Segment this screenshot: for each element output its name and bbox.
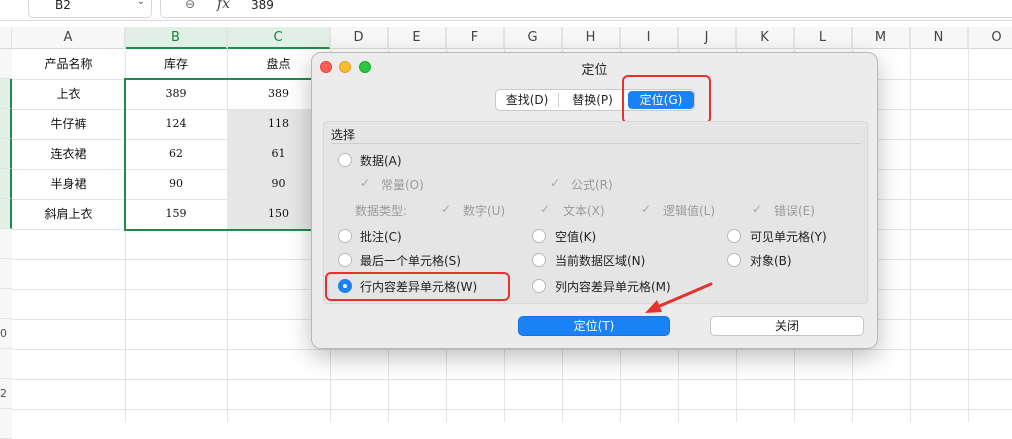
go-to-dialog: 定位 查找(D) 替换(P) 定位(G) 选择 数据(A) ✓ 常量(O) ✓ … [311, 52, 878, 349]
col-header-h[interactable]: H [562, 27, 620, 49]
table-cell-name[interactable]: 斜肩上衣 [12, 199, 125, 229]
row-header[interactable]: 0 [0, 319, 12, 349]
function-icon[interactable]: fx [217, 0, 230, 12]
formula-input[interactable]: ⊖ fx 389 [160, 0, 1012, 18]
radio-last-cell[interactable] [338, 253, 352, 267]
data-type-label: 数据类型: [355, 204, 408, 218]
col-header-i[interactable]: I [620, 27, 678, 49]
grid-line [12, 409, 1012, 410]
formula-value: 389 [251, 0, 274, 12]
option-formulas-label: 公式(R) [571, 178, 613, 192]
select-all-corner[interactable] [0, 27, 12, 49]
close-button[interactable]: 关闭 [710, 316, 864, 336]
option-objects-label: 对象(B) [750, 254, 792, 268]
radio-data[interactable] [338, 153, 352, 167]
table-cell-name[interactable]: 半身裙 [12, 169, 125, 199]
table-cell-name[interactable]: 牛仔裤 [12, 109, 125, 139]
option-last-cell-label: 最后一个单元格(S) [360, 254, 461, 268]
selection-range [124, 78, 332, 231]
row-header[interactable] [0, 109, 12, 139]
grid-line [12, 379, 1012, 380]
checkbox-checkmark-icon[interactable]: ✓ [550, 176, 560, 190]
checkbox-checkmark-icon[interactable]: ✓ [360, 176, 370, 190]
dialog-titlebar: 定位 [312, 53, 877, 81]
data-type-error: 错误(E) [774, 204, 815, 218]
option-current-region-label: 当前数据区域(N) [555, 254, 646, 268]
col-header-n[interactable]: N [910, 27, 968, 49]
checkbox-checkmark-icon[interactable]: ✓ [752, 202, 762, 216]
radio-visible-cells[interactable] [727, 229, 741, 243]
col-header-m[interactable]: M [852, 27, 910, 49]
row-header[interactable] [0, 199, 12, 229]
row-header[interactable] [0, 139, 12, 169]
row-header[interactable] [0, 289, 12, 319]
col-header-a[interactable]: A [12, 27, 125, 49]
data-type-logical: 逻辑值(L) [663, 204, 716, 218]
radio-objects[interactable] [727, 253, 741, 267]
col-header-c[interactable]: C [227, 27, 330, 49]
checkbox-checkmark-icon[interactable]: ✓ [540, 202, 550, 216]
row-header[interactable] [0, 349, 12, 379]
option-visible-cells-label: 可见单元格(Y) [750, 230, 827, 244]
row-header[interactable] [0, 79, 12, 109]
row-header[interactable] [0, 169, 12, 199]
row-header[interactable] [0, 229, 12, 259]
data-type-number: 数字(U) [463, 204, 506, 218]
tab-find[interactable]: 查找(D) [496, 90, 558, 110]
radio-comments[interactable] [338, 229, 352, 243]
col-header-f[interactable]: F [446, 27, 504, 49]
radio-blanks[interactable] [532, 229, 546, 243]
table-cell-name[interactable]: 连衣裙 [12, 139, 125, 169]
grid-line [910, 27, 911, 422]
section-divider [331, 143, 861, 144]
col-header-b[interactable]: B [125, 27, 227, 49]
radio-column-differences[interactable] [532, 279, 546, 293]
chevron-down-icon[interactable]: ⌄ [137, 0, 145, 7]
col-header-d[interactable]: D [330, 27, 388, 49]
locate-button[interactable]: 定位(T) [518, 316, 670, 336]
col-header-e[interactable]: E [388, 27, 446, 49]
cell-reference: B2 [55, 0, 71, 12]
dialog-title: 定位 [581, 63, 608, 78]
col-header-j[interactable]: J [678, 27, 736, 49]
row-header[interactable] [0, 409, 12, 439]
name-box[interactable]: B2 ⌄ [28, 0, 152, 18]
col-header-g[interactable]: G [504, 27, 562, 49]
formula-bar: B2 ⌄ ⊖ fx 389 [0, 0, 1012, 21]
annotation-highlight-box [622, 75, 711, 124]
grid-line [12, 349, 1012, 350]
table-header-cell[interactable]: 产品名称 [12, 49, 125, 79]
col-header-o[interactable]: O [968, 27, 1012, 49]
tab-replace[interactable]: 替换(P) [559, 90, 626, 110]
checkbox-checkmark-icon[interactable]: ✓ [641, 202, 651, 216]
grid-line [968, 27, 969, 422]
section-label: 选择 [331, 128, 356, 142]
zoom-icon[interactable]: ⊖ [185, 0, 195, 11]
col-header-l[interactable]: L [794, 27, 852, 49]
checkbox-checkmark-icon[interactable]: ✓ [441, 202, 451, 216]
table-cell-name[interactable]: 上衣 [12, 79, 125, 109]
annotation-highlight-box [325, 272, 510, 301]
option-constants-label: 常量(O) [381, 178, 424, 192]
col-header-k[interactable]: K [736, 27, 794, 49]
option-blanks-label: 空值(K) [555, 230, 597, 244]
row-header[interactable] [0, 49, 12, 79]
option-column-differences-label: 列内容差异单元格(M) [555, 280, 671, 294]
row-header[interactable]: 2 [0, 379, 12, 409]
row-header[interactable] [0, 259, 12, 289]
option-data-label: 数据(A) [360, 154, 402, 168]
table-header-cell[interactable]: 库存 [125, 49, 227, 79]
option-comments-label: 批注(C) [360, 230, 402, 244]
radio-current-region[interactable] [532, 253, 546, 267]
row-label: 0 [0, 327, 7, 340]
data-type-text: 文本(X) [563, 204, 605, 218]
row-label: 2 [0, 387, 7, 400]
